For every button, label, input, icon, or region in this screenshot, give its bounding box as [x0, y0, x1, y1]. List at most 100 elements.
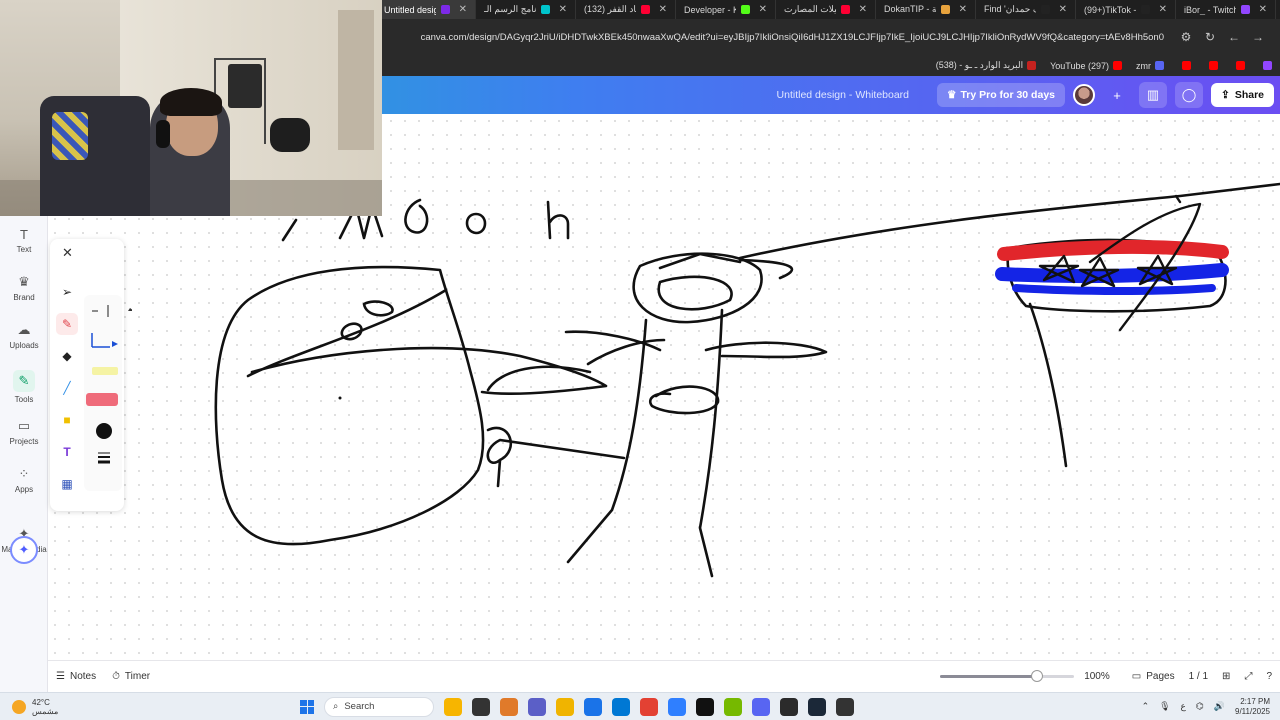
add-collaborator-button[interactable]: + — [1103, 82, 1131, 108]
taskbar-app-icon[interactable] — [668, 697, 686, 716]
document-title[interactable]: Untitled design - Whiteboard — [777, 89, 910, 101]
bookmark-item[interactable] — [1205, 61, 1218, 70]
taskbar-app-icon[interactable] — [836, 697, 854, 716]
share-button[interactable]: ⇪ Share — [1211, 83, 1274, 107]
insights-button[interactable]: ▥ — [1139, 82, 1167, 108]
taskbar-app-icon[interactable] — [444, 697, 462, 716]
taskbar-app-icon[interactable] — [612, 697, 630, 716]
eraser-swatch[interactable] — [86, 393, 118, 406]
bookmark-favicon-icon — [1027, 61, 1037, 70]
bookmark-item[interactable]: YouTube (297) — [1050, 61, 1122, 71]
site-settings-icon[interactable]: ⚙ — [1174, 30, 1198, 44]
bookmark-item[interactable]: البريد الوارد ـ ـو - (538) — [936, 60, 1037, 71]
timer-button[interactable]: ⏱ Timer — [112, 671, 150, 682]
blue-pen-swatch[interactable] — [91, 333, 118, 348]
sidebar-item-text[interactable]: T Text — [0, 226, 48, 255]
taskbar-app-icon[interactable] — [640, 697, 658, 716]
color-swatch[interactable] — [96, 423, 112, 439]
pen-swatches — [86, 305, 132, 464]
close-tab-icon[interactable]: ✕ — [659, 4, 667, 15]
browser-tab[interactable]: Find 'ف حمدان ✕ — [976, 0, 1076, 19]
sticky-note-tool[interactable]: ■ — [56, 409, 78, 431]
bookmark-item[interactable] — [1232, 61, 1245, 70]
browser-tab[interactable]: Developer - Ki ✕ — [676, 0, 776, 19]
sidebar-item-label: Tools — [14, 395, 34, 404]
stroke-weight-icon[interactable] — [98, 452, 110, 464]
table-tool[interactable]: ▦ — [56, 473, 78, 495]
taskbar-app-icon[interactable] — [724, 697, 742, 716]
network-icon[interactable]: ⌬ — [1196, 701, 1204, 712]
taskbar-app-icon[interactable] — [500, 697, 518, 716]
back-icon[interactable]: ← — [1222, 30, 1246, 44]
marker-swatch[interactable] — [92, 305, 132, 317]
close-tab-icon[interactable]: ✕ — [759, 4, 767, 15]
comments-button[interactable]: ◯ — [1175, 82, 1203, 108]
close-tab-icon[interactable]: ✕ — [959, 4, 967, 15]
language-indicator[interactable]: ع — [1181, 701, 1186, 712]
bookmark-item[interactable]: zmr — [1136, 61, 1164, 71]
close-tab-icon[interactable]: ✕ — [1259, 4, 1267, 15]
taskbar-app-icon[interactable] — [752, 697, 770, 716]
taskbar-app-icon[interactable] — [472, 697, 490, 716]
reload-icon[interactable]: ↻ — [1198, 30, 1222, 44]
zoom-level[interactable]: 100% — [1084, 671, 1110, 682]
taskbar-app-icon[interactable] — [556, 697, 574, 716]
tab-favicon-icon — [640, 5, 650, 14]
sidebar-item-tools[interactable]: ✎ Tools — [0, 370, 48, 404]
microphone-icon[interactable]: 🎙 — [1159, 701, 1170, 712]
line-tool[interactable]: ╱ — [56, 377, 78, 399]
bookmark-favicon-icon — [1209, 61, 1218, 70]
close-tab-icon[interactable]: ✕ — [859, 4, 867, 15]
close-icon[interactable]: ✕ — [62, 245, 73, 261]
taskbar-app-icon[interactable] — [528, 697, 546, 716]
zoom-slider[interactable] — [940, 670, 1075, 682]
taskbar-app-icon[interactable] — [696, 697, 714, 716]
taskbar-app-icon[interactable] — [780, 697, 798, 716]
fullscreen-icon[interactable]: ⤢ — [1244, 671, 1252, 682]
close-tab-icon[interactable]: ✕ — [1159, 4, 1167, 15]
zoom-slider-handle[interactable] — [1030, 670, 1043, 682]
forward-icon[interactable]: → — [1246, 30, 1270, 44]
select-tool[interactable]: ➢ — [56, 281, 78, 303]
browser-tab[interactable]: (132) جاد القفر ✕ — [576, 0, 676, 19]
notes-button[interactable]: ☰ Notes — [56, 671, 96, 682]
browser-tab[interactable]: DokanTIP - بية ✕ — [876, 0, 976, 19]
chevron-up-icon[interactable]: ⌃ — [1142, 701, 1150, 712]
bookmark-item[interactable] — [1259, 61, 1272, 70]
help-icon[interactable]: ? — [1266, 671, 1272, 682]
pages-button[interactable]: ▭ Pages — [1132, 671, 1175, 682]
text-tool[interactable]: T — [56, 441, 78, 463]
scribble-leg — [496, 458, 502, 488]
sidebar-item-label: Text — [16, 245, 32, 254]
browser-tab[interactable]: Untitled design ✕ — [376, 0, 476, 19]
start-button[interactable] — [300, 699, 314, 714]
close-tab-icon[interactable]: ✕ — [1059, 4, 1067, 15]
try-pro-button[interactable]: ♛ Try Pro for 30 days — [937, 83, 1065, 107]
highlighter-swatch[interactable] — [92, 367, 118, 375]
shapes-tool[interactable]: ◆ — [56, 345, 78, 367]
taskbar-app-icon[interactable] — [808, 697, 826, 716]
canva-assistant-button[interactable]: ✦ — [10, 536, 38, 564]
sidebar-item-projects[interactable]: ▭ Projects — [0, 418, 48, 446]
taskbar-app-icon[interactable] — [584, 697, 602, 716]
taskbar-search[interactable]: ⌕ Search — [324, 696, 434, 717]
browser-tab[interactable]: iBor_ - Twitch ✕ — [1176, 0, 1276, 19]
browser-tab[interactable]: برنامج الرسم الـ ✕ — [476, 0, 576, 19]
browser-tab[interactable]: (99+)TikTok - I ✕ — [1076, 0, 1176, 19]
browser-tab-label: (132) جاد القفر — [584, 4, 636, 14]
browser-tab[interactable]: شيلات المصارت ✕ — [776, 0, 876, 19]
bookmark-item[interactable] — [1178, 61, 1191, 70]
sidebar-item-uploads[interactable]: ☁ Uploads — [0, 322, 48, 350]
pen-tool[interactable]: ✎ — [56, 313, 78, 335]
sidebar-item-apps[interactable]: ⁘ Apps — [0, 466, 48, 494]
avatar[interactable] — [1073, 84, 1095, 106]
close-tab-icon[interactable]: ✕ — [459, 4, 467, 15]
volume-icon[interactable]: 🔊 — [1214, 701, 1225, 712]
grid-view-icon[interactable]: ⊞ — [1222, 671, 1230, 682]
clock[interactable]: 2:17 PM 9/11/2025 — [1235, 697, 1270, 717]
sidebar-item-brand[interactable]: ♛ Brand — [0, 274, 48, 302]
bookmark-label: zmr — [1136, 60, 1151, 71]
close-tab-icon[interactable]: ✕ — [559, 4, 567, 15]
browser-tab-label: DokanTIP - بية — [884, 4, 936, 14]
weather-widget[interactable]: 42°C مشمس — [0, 698, 300, 716]
